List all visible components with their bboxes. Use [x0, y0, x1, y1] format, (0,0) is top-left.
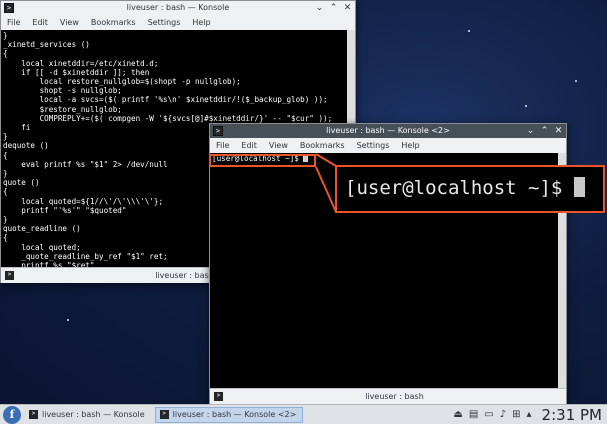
arrow-up-icon[interactable]: ▴: [527, 406, 532, 424]
terminal-task-icon: >: [29, 410, 38, 419]
zoom-callout: [user@localhost ~]$: [335, 165, 605, 213]
task-label: liveuser : bash — Konsole: [42, 410, 145, 419]
zoom-cursor: [573, 177, 585, 197]
volume-icon[interactable]: ♪: [500, 406, 506, 424]
zoom-prompt-text: [user@localhost ~]$: [345, 175, 585, 201]
task-konsole-2[interactable]: > liveuser : bash — Konsole <2>: [154, 406, 304, 423]
usb-icon[interactable]: ⏏: [453, 406, 462, 424]
highlight-box: [209, 154, 316, 167]
zoom-prompt: [user@localhost ~]$: [345, 177, 574, 199]
clipboard-icon[interactable]: ▤: [469, 406, 478, 424]
fedora-icon[interactable]: f: [3, 405, 21, 424]
taskbar: f > liveuser : bash — Konsole > liveuser…: [0, 404, 607, 424]
network-icon[interactable]: ⊞: [512, 406, 520, 424]
clock[interactable]: 2:31 PM: [542, 406, 602, 424]
terminal-task-icon: >: [159, 410, 169, 419]
task-konsole-1[interactable]: > liveuser : bash — Konsole: [25, 407, 151, 423]
system-tray: ⏏ ▤ ▭ ♪ ⊞ ▴ 2:31 PM: [453, 406, 602, 424]
task-label: liveuser : bash — Konsole <2>: [172, 410, 297, 419]
display-icon[interactable]: ▭: [484, 406, 493, 424]
